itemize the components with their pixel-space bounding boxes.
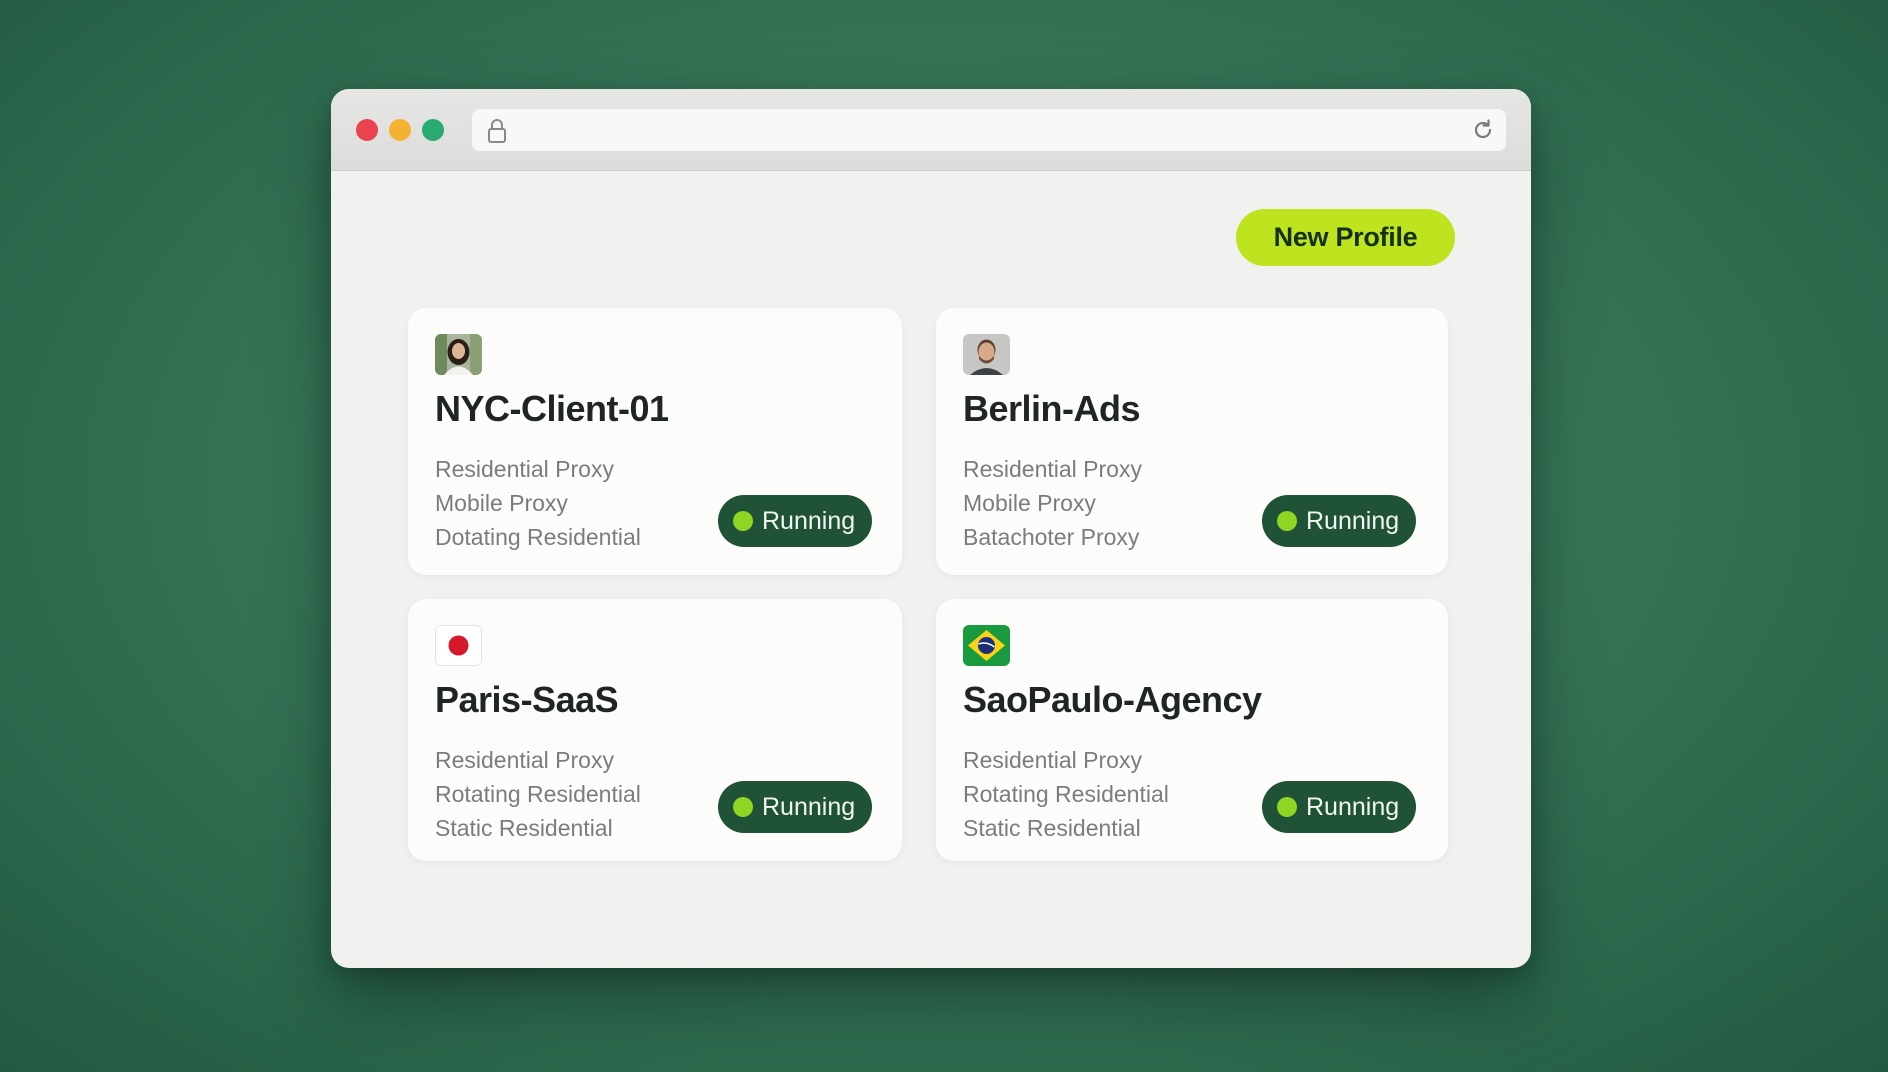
proxy-feature: Residential Proxy [435, 747, 614, 773]
proxy-feature: Dotating Residential [435, 524, 641, 550]
status-label: Running [1306, 792, 1400, 821]
japan-flag-icon [435, 625, 482, 666]
proxy-feature: Residential Proxy [963, 456, 1142, 482]
address-bar[interactable] [471, 108, 1507, 152]
browser-titlebar [331, 89, 1531, 171]
profile-card[interactable]: Paris-SaaS Residential Proxy Rotating Re… [408, 599, 902, 861]
proxy-feature-list: Residential Proxy Rotating Residential S… [963, 743, 1169, 845]
status-dot-icon [733, 511, 753, 531]
status-running-button[interactable]: Running [1262, 495, 1416, 547]
proxy-feature-list: Residential Proxy Mobile Proxy Batachote… [963, 452, 1142, 554]
reload-icon[interactable] [1471, 118, 1495, 142]
status-dot-icon [1277, 797, 1297, 817]
proxy-feature: Rotating Residential [963, 781, 1169, 807]
status-label: Running [762, 792, 856, 821]
close-window-button[interactable] [356, 119, 378, 141]
profile-card[interactable]: SaoPaulo-Agency Residential Proxy Rotati… [936, 599, 1448, 861]
profile-name: NYC-Client-01 [435, 388, 669, 429]
status-dot-icon [733, 797, 753, 817]
status-running-button[interactable]: Running [1262, 781, 1416, 833]
proxy-feature: Rotating Residential [435, 781, 641, 807]
status-running-button[interactable]: Running [718, 495, 872, 547]
proxy-feature: Residential Proxy [435, 456, 614, 482]
brazil-flag-icon [963, 625, 1010, 666]
profile-card[interactable]: NYC-Client-01 Residential Proxy Mobile P… [408, 308, 902, 575]
proxy-feature: Batachoter Proxy [963, 524, 1140, 550]
woman-avatar-icon [435, 334, 482, 375]
minimize-window-button[interactable] [389, 119, 411, 141]
profile-card[interactable]: Berlin-Ads Residential Proxy Mobile Prox… [936, 308, 1448, 575]
proxy-feature: Residential Proxy [963, 747, 1142, 773]
profile-name: SaoPaulo-Agency [963, 679, 1262, 720]
proxy-feature: Mobile Proxy [963, 490, 1096, 516]
profile-name: Paris-SaaS [435, 679, 619, 720]
new-profile-button[interactable]: New Profile [1236, 209, 1455, 266]
lock-icon [488, 119, 506, 143]
proxy-feature-list: Residential Proxy Rotating Residential S… [435, 743, 641, 845]
proxy-feature: Static Residential [435, 815, 613, 841]
status-label: Running [762, 506, 856, 535]
status-running-button[interactable]: Running [718, 781, 872, 833]
profile-name: Berlin-Ads [963, 388, 1141, 429]
browser-window: New Profile NYC-Client-01 Residential Pr… [331, 89, 1531, 968]
man-avatar-icon [963, 334, 1010, 375]
proxy-feature: Mobile Proxy [435, 490, 568, 516]
proxy-feature: Static Residential [963, 815, 1141, 841]
proxy-feature-list: Residential Proxy Mobile Proxy Dotating … [435, 452, 641, 554]
maximize-window-button[interactable] [422, 119, 444, 141]
status-label: Running [1306, 506, 1400, 535]
status-dot-icon [1277, 511, 1297, 531]
